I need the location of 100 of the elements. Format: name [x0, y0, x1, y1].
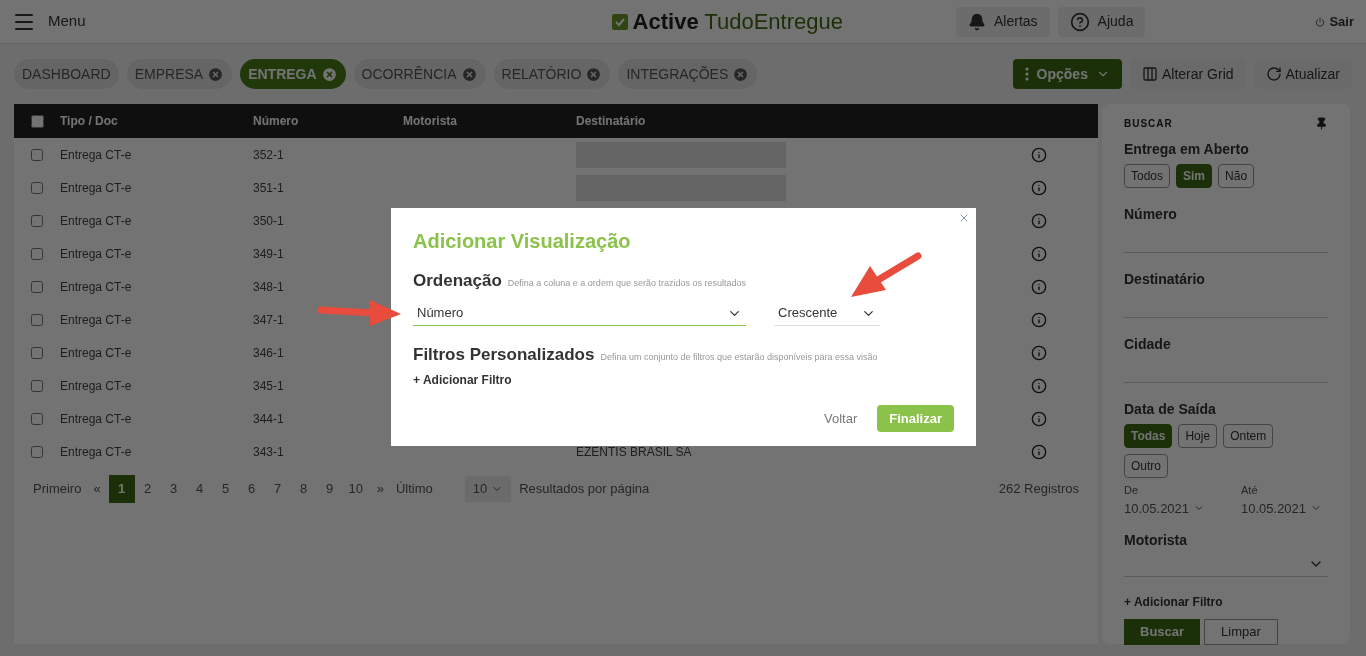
- date-field[interactable]: 10.05.2021: [1241, 498, 1323, 518]
- menu-button[interactable]: Menu: [12, 9, 86, 34]
- info-button[interactable]: [1031, 278, 1047, 295]
- table-cell: Entrega CT-e: [60, 312, 132, 327]
- info-button[interactable]: [1031, 410, 1047, 427]
- finish-button[interactable]: Finalizar: [877, 405, 954, 432]
- tab[interactable]: DASHBOARD: [14, 59, 119, 89]
- column-header: Número: [253, 113, 300, 130]
- info-icon: [1031, 377, 1047, 394]
- order-select[interactable]: Crescente: [774, 301, 880, 326]
- clear-button[interactable]: Limpar: [1204, 619, 1278, 645]
- page-link[interactable]: 7: [264, 475, 291, 503]
- table-cell: 350-1: [253, 213, 284, 228]
- info-icon: [1031, 410, 1047, 427]
- section-heading: Ordenação: [413, 270, 502, 292]
- table-cell: Entrega CT-e: [60, 246, 132, 261]
- info-button[interactable]: [1031, 179, 1047, 196]
- table-cell: 347-1: [253, 312, 284, 327]
- page-link[interactable]: Primeiro: [33, 479, 82, 499]
- page-link[interactable]: 10: [342, 475, 369, 503]
- filter-label: Data de Saída: [1124, 400, 1217, 419]
- page-link[interactable]: 8: [290, 475, 317, 503]
- info-icon: [1031, 245, 1047, 262]
- filter-option[interactable]: Todos: [1124, 164, 1171, 188]
- table-cell: 349-1: [253, 246, 284, 261]
- page-link[interactable]: 5: [212, 475, 239, 503]
- tab-label: ENTREGA: [248, 64, 317, 84]
- filter-option[interactable]: Não: [1218, 164, 1255, 188]
- tab-label: RELATÓRIO: [501, 64, 582, 84]
- table-cell: 351-1: [253, 180, 284, 195]
- header-button[interactable]: Alertas: [956, 6, 1050, 37]
- row-checkbox[interactable]: [31, 313, 43, 326]
- table-cell: Entrega CT-e: [60, 444, 132, 459]
- info-button[interactable]: [1031, 146, 1047, 163]
- select-all-checkbox[interactable]: [30, 114, 44, 128]
- info-button[interactable]: [1031, 212, 1047, 229]
- filter-option[interactable]: Ontem: [1223, 424, 1274, 448]
- tab-label: EMPRESA: [134, 64, 204, 84]
- add-filter-link[interactable]: + Adicionar Filtro: [1124, 593, 1223, 611]
- tab[interactable]: INTEGRAÇÕES: [618, 59, 758, 89]
- logout-button[interactable]: Sair: [1315, 11, 1354, 32]
- filter-label: Número: [1124, 205, 1178, 224]
- info-button[interactable]: [1031, 245, 1047, 262]
- info-icon: [1031, 443, 1047, 460]
- back-button[interactable]: Voltar: [824, 408, 858, 429]
- table-cell: Entrega CT-e: [60, 213, 132, 228]
- power-icon: [1315, 16, 1326, 27]
- tab[interactable]: RELATÓRIO: [493, 59, 611, 89]
- logo-icon: [610, 12, 629, 31]
- table-cell: Entrega CT-e: [60, 411, 132, 426]
- row-checkbox[interactable]: [31, 412, 43, 425]
- header-button[interactable]: Ajuda: [1057, 6, 1146, 37]
- tab-label: INTEGRAÇÕES: [626, 64, 729, 84]
- page-size-select[interactable]: 10: [464, 476, 512, 502]
- row-checkbox[interactable]: [31, 247, 43, 260]
- row-checkbox[interactable]: [31, 445, 43, 458]
- page-link[interactable]: 3: [160, 475, 187, 503]
- sidebar-title: BUSCAR: [1124, 117, 1173, 131]
- tab[interactable]: ENTREGA: [240, 59, 346, 89]
- info-button[interactable]: [1031, 311, 1047, 328]
- column-header: Motorista: [403, 113, 458, 130]
- info-button[interactable]: [1031, 344, 1047, 361]
- options-button[interactable]: Opções: [1012, 59, 1122, 89]
- page-link[interactable]: 9: [316, 475, 343, 503]
- filter-label: Entrega em Aberto: [1124, 140, 1250, 159]
- tab[interactable]: EMPRESA: [126, 59, 233, 89]
- row-checkbox[interactable]: [31, 280, 43, 293]
- page-link[interactable]: Último: [395, 479, 433, 499]
- info-button[interactable]: [1031, 377, 1047, 394]
- row-checkbox[interactable]: [31, 181, 43, 194]
- filter-label: Motorista: [1124, 531, 1188, 550]
- dialog-title: Adicionar Visualização: [413, 229, 632, 254]
- page-link[interactable]: 1: [108, 475, 135, 503]
- row-checkbox[interactable]: [31, 214, 43, 227]
- page-link[interactable]: »: [376, 479, 384, 499]
- page-link[interactable]: 2: [134, 475, 161, 503]
- table-cell: 345-1: [253, 378, 284, 393]
- date-field[interactable]: 10.05.2021: [1124, 498, 1206, 518]
- close-button[interactable]: [958, 212, 970, 224]
- page-link[interactable]: 6: [238, 475, 265, 503]
- help-icon: [1069, 11, 1090, 32]
- info-button[interactable]: [1031, 443, 1047, 460]
- table-cell: 348-1: [253, 279, 284, 294]
- table-cell: 352-1: [253, 147, 284, 162]
- section-hint: Defina a coluna e a ordem que serão trazidos os resultados: [507, 277, 746, 290]
- column-select[interactable]: Número: [413, 301, 746, 326]
- filter-option[interactable]: Outro: [1124, 454, 1168, 478]
- page-link[interactable]: 4: [186, 475, 213, 503]
- filter-option[interactable]: Sim: [1176, 164, 1213, 188]
- filter-option[interactable]: Todas: [1124, 424, 1173, 448]
- search-button[interactable]: Buscar: [1124, 619, 1201, 645]
- date-label: Até: [1241, 483, 1259, 498]
- table-cell: Entrega CT-e: [60, 345, 132, 360]
- row-checkbox[interactable]: [31, 379, 43, 392]
- page-link[interactable]: «: [93, 479, 101, 499]
- filter-option[interactable]: Hoje: [1178, 424, 1218, 448]
- row-checkbox[interactable]: [31, 346, 43, 359]
- row-checkbox[interactable]: [31, 148, 43, 161]
- add-filter-link[interactable]: + Adicionar Filtro: [413, 371, 512, 389]
- tab[interactable]: OCORRÊNCIA: [353, 59, 486, 89]
